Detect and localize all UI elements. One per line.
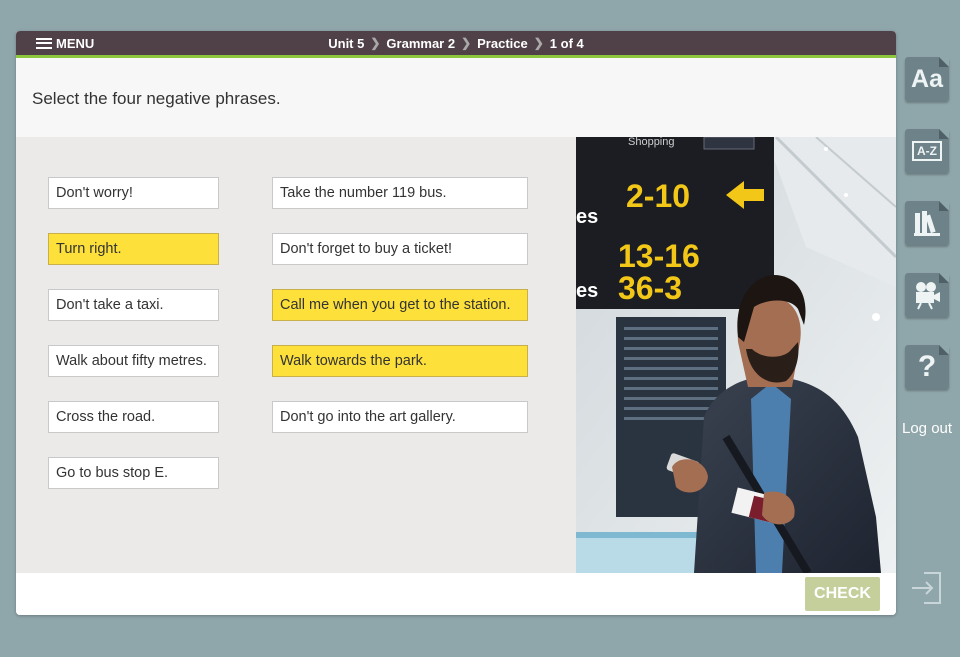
sign-top-text: Shopping (628, 137, 675, 148)
option-left-3[interactable]: Don't take a taxi. (48, 289, 219, 321)
menu-label: MENU (56, 35, 95, 51)
question-area: Select the four negative phrases. (16, 58, 896, 137)
option-right-1[interactable]: Take the number 119 bus. (272, 177, 528, 209)
menu-button[interactable]: MENU (36, 31, 94, 55)
breadcrumb-unit[interactable]: Unit 5 (328, 36, 364, 51)
sign-line-2: 13-16 (618, 238, 700, 274)
option-right-3[interactable]: Call me when you get to the station. (272, 289, 528, 321)
help-icon: ? (917, 350, 937, 383)
option-left-1[interactable]: Don't worry! (48, 177, 219, 209)
breadcrumb-section[interactable]: Practice (477, 36, 528, 51)
glossary-icon: A-Z (912, 141, 942, 161)
top-bar: MENU Unit 5 ❯ Grammar 2 ❯ Practice ❯ 1 o… (16, 31, 896, 58)
video-camera-icon (916, 282, 940, 310)
font-size-button[interactable]: Aa (905, 57, 949, 101)
chevron-right-icon: ❯ (533, 36, 544, 50)
logout-link[interactable]: Log out (902, 420, 952, 437)
option-right-4[interactable]: Walk towards the park. (272, 345, 528, 377)
hamburger-icon (36, 37, 52, 49)
sign-partial-1: es (576, 206, 598, 228)
sign-line-1: 2-10 (626, 178, 690, 214)
options-area: Don't worry! Turn right. Don't take a ta… (16, 137, 576, 573)
option-left-2[interactable]: Turn right. (48, 233, 219, 265)
breadcrumb-progress: 1 of 4 (549, 35, 584, 51)
activity-panel: MENU Unit 5 ❯ Grammar 2 ❯ Practice ❯ 1 o… (16, 31, 896, 615)
option-left-4[interactable]: Walk about fifty metres. (48, 345, 219, 377)
chevron-right-icon: ❯ (370, 36, 381, 50)
library-button[interactable] (905, 201, 949, 245)
check-button[interactable]: CHECK (805, 577, 880, 611)
question-text: Select the four negative phrases. (32, 89, 281, 108)
airport-illustration: Shopping 2-10 13-16 36-3 es es (576, 137, 896, 573)
footer: CHECK (16, 573, 896, 615)
exit-icon[interactable] (910, 570, 944, 606)
font-size-icon: Aa (911, 64, 943, 93)
glossary-button[interactable]: A-Z (905, 129, 949, 173)
help-button[interactable]: ? (905, 345, 949, 389)
books-icon (914, 211, 940, 236)
video-button[interactable] (905, 273, 949, 317)
option-left-6[interactable]: Go to bus stop E. (48, 457, 219, 489)
chevron-right-icon: ❯ (461, 36, 472, 50)
option-right-2[interactable]: Don't forget to buy a ticket! (272, 233, 528, 265)
option-right-5[interactable]: Don't go into the art gallery. (272, 401, 528, 433)
breadcrumb-lesson[interactable]: Grammar 2 (386, 36, 455, 51)
airport-photo: Shopping 2-10 13-16 36-3 es es (576, 137, 896, 573)
sign-line-3: 36-3 (618, 270, 682, 306)
option-left-5[interactable]: Cross the road. (48, 401, 219, 433)
breadcrumb: Unit 5 ❯ Grammar 2 ❯ Practice ❯ 1 of 4 (16, 31, 896, 55)
sign-partial-2: es (576, 280, 598, 302)
